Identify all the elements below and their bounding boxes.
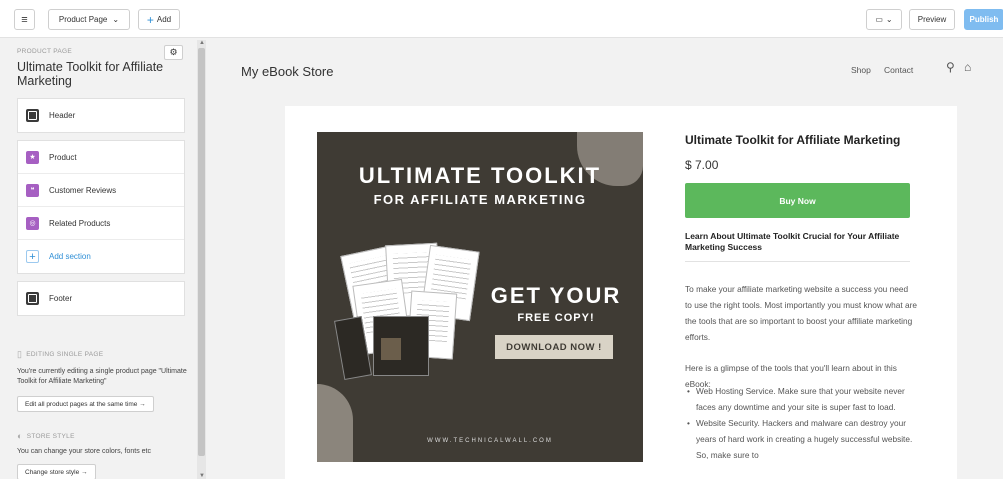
list-item: Website Security. Hackers and malware ca… [685, 415, 915, 463]
page-icon: ▯ [17, 349, 23, 359]
layout-icon [26, 109, 39, 122]
section-customer-reviews[interactable]: ❝ Customer Reviews [18, 174, 184, 207]
add-label: Add [156, 15, 172, 24]
preview-button[interactable]: Preview [909, 9, 955, 30]
top-toolbar: ≡ Product Page ⌄ + Add ▭ ⌄ Preview Publi… [0, 0, 1003, 38]
list-item: Web Hosting Service. Make sure that your… [685, 383, 915, 415]
section-label: Product [49, 152, 77, 162]
plus-icon: + [146, 12, 154, 27]
sidebar-page-title: Ultimate Toolkit for Affiliate Marketing [17, 60, 164, 88]
desktop-icon: ▭ [875, 15, 883, 24]
layout-icon [26, 292, 39, 305]
editor-sidebar: PRODUCT PAGE ⚙ Ultimate Toolkit for Affi… [0, 38, 196, 479]
product-cover-image: ULTIMATE TOOLKIT FOR AFFILIATE MARKETING… [317, 132, 643, 462]
buy-now-button[interactable]: Buy Now [685, 183, 910, 218]
add-section-button[interactable]: + Add section [18, 240, 184, 273]
description-paragraph: To make your affiliate marketing website… [685, 284, 917, 342]
section-related-products[interactable]: ◎ Related Products [18, 207, 184, 240]
page-settings-button[interactable]: ⚙ [164, 45, 183, 60]
cover-cta-heading: GET YOUR [490, 283, 622, 308]
device-select[interactable]: ▭ ⌄ [866, 9, 902, 30]
add-button[interactable]: + Add [138, 9, 180, 30]
scrollbar-thumb[interactable] [198, 48, 205, 456]
add-section-label: Add section [49, 252, 91, 261]
editing-single-page-heading: ▯ EDITING SINGLE PAGE [17, 349, 103, 360]
change-store-style-button[interactable]: Change store style → [17, 464, 96, 479]
description-list: Web Hosting Service. Make sure that your… [685, 383, 915, 463]
product-title: Ultimate Toolkit for Affiliate Marketing [685, 133, 901, 147]
store-name[interactable]: My eBook Store [241, 64, 334, 79]
plus-icon: + [26, 250, 39, 263]
menu-button[interactable]: ≡ [14, 9, 35, 30]
header-section-group: Header [17, 98, 185, 133]
cover-download-badge: DOWNLOAD NOW ! [495, 335, 613, 359]
cover-subtitle: FOR AFFILIATE MARKETING [373, 192, 587, 207]
page-select[interactable]: Product Page ⌄ [48, 9, 130, 30]
nav-shop-link[interactable]: Shop [851, 65, 871, 75]
editing-note: You're currently editing a single produc… [17, 368, 187, 385]
page-select-label: Product Page [58, 15, 108, 24]
chevron-down-icon: ⌄ [112, 15, 120, 24]
store-preview: My eBook Store Shop Contact ⚲ ⌂ ULTIMATE… [207, 38, 1003, 479]
editing-head-label: EDITING SINGLE PAGE [26, 351, 104, 358]
cover-photo [381, 338, 401, 360]
product-card: ULTIMATE TOOLKIT FOR AFFILIATE MARKETING… [285, 106, 957, 479]
section-product[interactable]: ★ Product [18, 141, 184, 174]
description-heading: Learn About Ultimate Toolkit Crucial for… [685, 231, 910, 262]
section-label: Customer Reviews [49, 185, 117, 195]
gear-icon: ⚙ [169, 47, 178, 57]
cover-cta-sub: FREE COPY! [517, 312, 595, 324]
star-icon: ★ [26, 150, 39, 164]
product-price: $ 7.00 [685, 158, 719, 172]
related-products-icon: ◎ [26, 216, 39, 230]
sidebar-scrollbar[interactable]: ▲ ▼ [197, 40, 206, 479]
reviews-icon: ❝ [26, 183, 39, 197]
cover-title: ULTIMATE TOOLKIT [358, 163, 602, 188]
style-head-label: STORE STYLE [26, 432, 75, 440]
section-footer[interactable]: Footer [18, 282, 184, 315]
body-section-group: ★ Product ❝ Customer Reviews ◎ Related P… [17, 140, 185, 274]
store-style-heading: ◐ STORE STYLE [17, 431, 75, 441]
scroll-up-icon[interactable]: ▲ [199, 40, 205, 46]
section-header[interactable]: Header [18, 99, 184, 132]
cover-decoration [317, 384, 353, 462]
shopping-bag-icon[interactable]: ⌂ [964, 60, 971, 74]
publish-button[interactable]: Publish [964, 9, 1003, 30]
store-style-note: You can change your store colors, fonts … [17, 448, 151, 455]
edit-all-pages-button[interactable]: Edit all product pages at the same time … [17, 396, 154, 412]
search-icon[interactable]: ⚲ [946, 60, 955, 74]
cover-url: WWW.TECHNICALWALL.COM [427, 438, 553, 444]
scroll-down-icon[interactable]: ▼ [199, 473, 205, 479]
section-label: Footer [49, 294, 73, 303]
footer-section-group: Footer [17, 281, 185, 316]
section-label: Related Products [49, 218, 111, 228]
chevron-down-icon: ⌄ [885, 15, 893, 24]
sidebar-eyebrow: PRODUCT PAGE [17, 48, 73, 55]
palette-icon: ◐ [17, 431, 23, 441]
section-label: Header [49, 111, 76, 120]
nav-contact-link[interactable]: Contact [884, 65, 913, 75]
hamburger-icon: ≡ [21, 13, 28, 26]
